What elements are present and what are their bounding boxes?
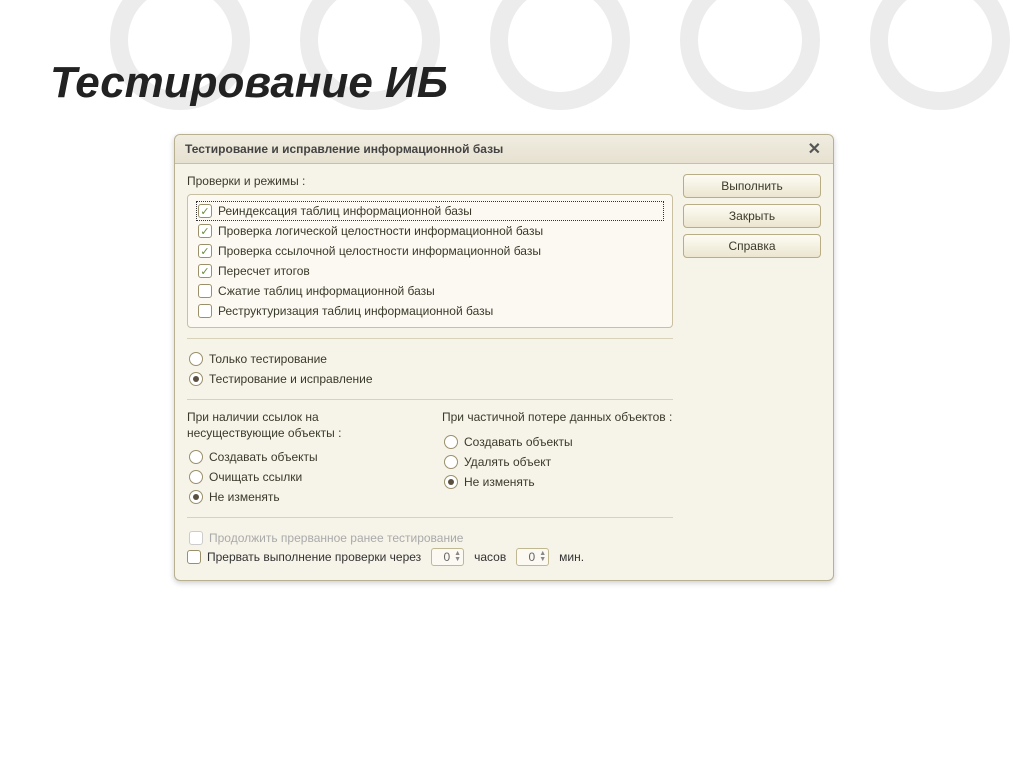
slide-title: Тестирование ИБ xyxy=(50,58,448,108)
radio-label: Создавать объекты xyxy=(464,435,573,449)
check-restructure-tables[interactable]: Реструктуризация таблиц информационной б… xyxy=(196,301,664,321)
check-label: Проверка логической целостности информац… xyxy=(218,224,543,238)
check-label: Продолжить прерванное ранее тестирование xyxy=(209,531,463,545)
continue-previous-test: Продолжить прерванное ранее тестирование xyxy=(187,528,673,548)
divider xyxy=(187,399,673,400)
missing-refs-create[interactable]: Создавать объекты xyxy=(187,447,418,467)
radio-icon xyxy=(444,435,458,449)
checkbox-icon: ✓ xyxy=(198,264,212,278)
radio-icon xyxy=(189,450,203,464)
radio-label: Не изменять xyxy=(209,490,280,504)
check-recalc-totals[interactable]: ✓ Пересчет итогов xyxy=(196,261,664,281)
radio-label: Тестирование и исправление xyxy=(209,372,373,386)
checkbox-icon xyxy=(189,531,203,545)
radio-label: Не изменять xyxy=(464,475,535,489)
interrupt-label: Прервать выполнение проверки через xyxy=(207,550,421,564)
radio-label: Удалять объект xyxy=(464,455,551,469)
mins-stepper[interactable]: 0 ▲▼ xyxy=(516,548,549,566)
radio-icon xyxy=(189,352,203,366)
missing-refs-clear[interactable]: Очищать ссылки xyxy=(187,467,418,487)
mode-test-only[interactable]: Только тестирование xyxy=(187,349,673,369)
interrupt-row: Прервать выполнение проверки через 0 ▲▼ … xyxy=(187,548,673,566)
partial-loss-label: При частичной потере данных объектов : xyxy=(442,410,673,426)
checkbox-icon: ✓ xyxy=(198,244,212,258)
chevron-updown-icon: ▲▼ xyxy=(454,551,461,563)
check-label: Реиндексация таблиц информационной базы xyxy=(218,204,472,218)
mins-unit: мин. xyxy=(559,550,584,564)
execute-button[interactable]: Выполнить xyxy=(683,174,821,198)
checkbox-icon: ✓ xyxy=(198,204,212,218)
check-label: Пересчет итогов xyxy=(218,264,310,278)
partial-loss-keep[interactable]: Не изменять xyxy=(442,472,673,492)
radio-icon xyxy=(189,490,203,504)
chevron-updown-icon: ▲▼ xyxy=(539,551,546,563)
dialog-titlebar: Тестирование и исправление информационно… xyxy=(175,135,833,164)
checkbox-icon[interactable] xyxy=(187,550,201,564)
check-label: Проверка ссылочной целостности информаци… xyxy=(218,244,541,258)
hours-unit: часов xyxy=(474,550,506,564)
check-reindex[interactable]: ✓ Реиндексация таблиц информационной баз… xyxy=(196,201,664,221)
check-label: Сжатие таблиц информационной базы xyxy=(218,284,435,298)
close-icon[interactable]: ✕ xyxy=(804,139,825,159)
radio-icon xyxy=(189,372,203,386)
radio-label: Только тестирование xyxy=(209,352,327,366)
checkbox-icon xyxy=(198,284,212,298)
divider xyxy=(187,517,673,518)
mode-test-and-fix[interactable]: Тестирование и исправление xyxy=(187,369,673,389)
radio-icon xyxy=(444,475,458,489)
help-button[interactable]: Справка xyxy=(683,234,821,258)
checkbox-icon xyxy=(198,304,212,318)
hours-stepper[interactable]: 0 ▲▼ xyxy=(431,548,464,566)
check-compress-tables[interactable]: Сжатие таблиц информационной базы xyxy=(196,281,664,301)
radio-label: Создавать объекты xyxy=(209,450,318,464)
radio-label: Очищать ссылки xyxy=(209,470,302,484)
partial-loss-delete[interactable]: Удалять объект xyxy=(442,452,673,472)
radio-icon xyxy=(444,455,458,469)
checks-label: Проверки и режимы : xyxy=(187,174,673,188)
dialog-title: Тестирование и исправление информационно… xyxy=(185,142,503,156)
radio-icon xyxy=(189,470,203,484)
checkbox-icon: ✓ xyxy=(198,224,212,238)
divider xyxy=(187,338,673,339)
missing-refs-keep[interactable]: Не изменять xyxy=(187,487,418,507)
check-referential-integrity[interactable]: ✓ Проверка ссылочной целостности информа… xyxy=(196,241,664,261)
checks-group: ✓ Реиндексация таблиц информационной баз… xyxy=(187,194,673,328)
missing-refs-label: При наличии ссылок на несуществующие объ… xyxy=(187,410,418,441)
partial-loss-create[interactable]: Создавать объекты xyxy=(442,432,673,452)
check-logical-integrity[interactable]: ✓ Проверка логической целостности информ… xyxy=(196,221,664,241)
dialog-testing-repair: Тестирование и исправление информационно… xyxy=(174,134,834,581)
check-label: Реструктуризация таблиц информационной б… xyxy=(218,304,493,318)
close-button[interactable]: Закрыть xyxy=(683,204,821,228)
